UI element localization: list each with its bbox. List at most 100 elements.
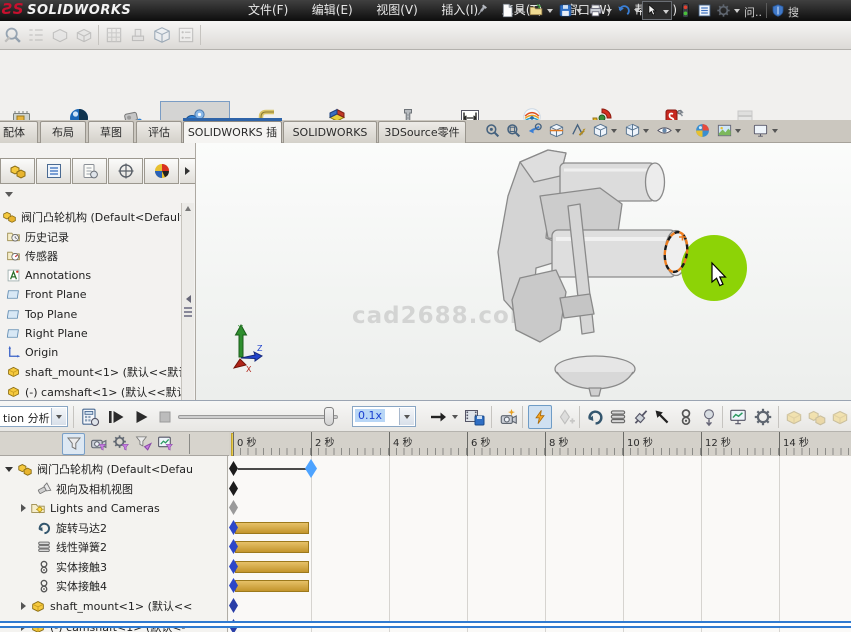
tab-assembly[interactable]: 配体: [0, 121, 38, 143]
expand-closed-icon[interactable]: [21, 602, 26, 610]
menu-edit[interactable]: 编辑(E): [302, 0, 363, 21]
graphics-viewport[interactable]: cad2688.com: [196, 143, 851, 400]
menubar-overflow-text[interactable]: 问..: [744, 4, 762, 20]
task-list-icon[interactable]: [176, 25, 196, 45]
box-icon[interactable]: [152, 25, 172, 45]
undo-icon[interactable]: [616, 3, 631, 18]
expand-closed-icon[interactable]: [21, 504, 26, 512]
print-dropdown[interactable]: [606, 9, 612, 13]
tab-evaluate[interactable]: 评估: [136, 121, 182, 143]
view-settings-icon[interactable]: [752, 122, 769, 139]
force-icon[interactable]: [652, 407, 672, 427]
motion-row-rotary-motor[interactable]: 旋转马达2: [0, 518, 226, 538]
select-wrench-icon[interactable]: [3, 25, 23, 45]
hide-show-items-icon[interactable]: [656, 122, 673, 139]
panel-scrollbar[interactable]: [181, 203, 194, 400]
motion-row-shaft-mount[interactable]: shaft_mount<1> (默认<<: [0, 596, 226, 616]
view-orientation-icon[interactable]: [592, 122, 609, 139]
new-file-dropdown[interactable]: [517, 9, 523, 13]
filter-animated-icon[interactable]: [89, 434, 108, 453]
tree-row-history[interactable]: 历史记录: [0, 227, 182, 246]
motion-row-orientation-views[interactable]: 视向及相机视图: [0, 479, 226, 499]
tree-row-top-plane[interactable]: Top Plane: [0, 305, 182, 324]
open-dropdown[interactable]: [547, 9, 553, 13]
section-view-icon[interactable]: [548, 122, 565, 139]
duration-bar-motor[interactable]: [235, 522, 309, 534]
pin-menu-icon[interactable]: [474, 3, 489, 18]
study-type-combo[interactable]: tion 分析: [0, 406, 68, 427]
tree-row-sensors[interactable]: 传感器: [0, 246, 182, 265]
open-icon[interactable]: [528, 3, 544, 18]
animation-wizard-icon[interactable]: [497, 407, 518, 427]
3d-drawing-view-icon[interactable]: [570, 122, 587, 139]
playback-mode-dropdown[interactable]: [452, 415, 458, 419]
duration-bar-contact3[interactable]: [235, 561, 309, 573]
pattern-icon[interactable]: [104, 25, 124, 45]
panel-filter-dropdown[interactable]: [5, 192, 13, 197]
calculate-icon[interactable]: [80, 407, 100, 427]
damper-icon[interactable]: [631, 407, 651, 427]
view-settings-dropdown[interactable]: [772, 129, 778, 133]
motion-row-contact-4[interactable]: 实体接触4: [0, 576, 226, 596]
duration-bar-spring[interactable]: [235, 541, 309, 553]
hide-show-dropdown[interactable]: [675, 129, 681, 133]
keyframe-navy[interactable]: [229, 598, 238, 613]
stamp-icon[interactable]: [128, 25, 148, 45]
keyframe-black[interactable]: [229, 481, 238, 496]
cad-model[interactable]: [498, 150, 687, 396]
part-b-icon[interactable]: [74, 25, 94, 45]
search-text[interactable]: 搜: [788, 4, 799, 20]
tab-configurationmanager[interactable]: [72, 158, 107, 184]
options-dropdown[interactable]: [734, 9, 740, 13]
tree-row-origin[interactable]: Origin: [0, 343, 182, 362]
print-icon[interactable]: [588, 3, 603, 18]
options-gear-icon[interactable]: [716, 3, 731, 18]
rebuild-traffic-light-icon[interactable]: [679, 2, 692, 19]
new-file-icon[interactable]: [500, 3, 515, 18]
filter-driving-icon[interactable]: [112, 434, 131, 453]
edit-appearance-icon[interactable]: [694, 122, 711, 139]
display-style-dropdown[interactable]: [643, 129, 649, 133]
zoom-fit-icon[interactable]: [484, 122, 501, 139]
tree-row-camshaft[interactable]: (-) camshaft<1> (默认<<默认>: [0, 382, 182, 400]
menu-view[interactable]: 视图(V): [366, 0, 428, 21]
tree-row-assembly-root[interactable]: 阀门凸轮机构 (Default<Default_Disp: [0, 207, 182, 226]
motion-row-lights-cameras[interactable]: Lights and Cameras: [0, 498, 226, 518]
playback-slider-track[interactable]: [178, 415, 338, 419]
previous-view-icon[interactable]: [526, 122, 543, 139]
select-tool-box[interactable]: [642, 1, 672, 20]
motion-row-linear-spring[interactable]: 线性弹簧2: [0, 537, 226, 557]
undo-dropdown[interactable]: [634, 9, 640, 13]
tab-featuremanager[interactable]: [0, 158, 35, 184]
spring-icon[interactable]: [608, 407, 628, 427]
tab-layout[interactable]: 布局: [40, 121, 86, 143]
keyframe-black[interactable]: [229, 461, 238, 476]
timeline-canvas[interactable]: [229, 456, 851, 632]
help-shield-icon[interactable]: [771, 3, 785, 18]
apply-scene-icon[interactable]: [716, 122, 733, 139]
tab-propertymanager[interactable]: [36, 158, 71, 184]
tab-dimxpertmanager[interactable]: [108, 158, 143, 184]
filter-results-icon[interactable]: [156, 434, 175, 453]
menu-file[interactable]: 文件(F): [238, 0, 298, 21]
tree-row-shaft-mount[interactable]: shaft_mount<1> (默认<<默认>_: [0, 362, 182, 381]
part-a-icon[interactable]: [50, 25, 70, 45]
tab-solidworks-addins[interactable]: SOLIDWORKS 插件: [183, 121, 282, 143]
timeline-ruler[interactable]: 0 秒 2 秒 4 秒 6 秒 8 秒 10 秒 12 秒 14 秒: [229, 432, 851, 456]
tree-row-annotations[interactable]: Annotations: [0, 266, 182, 285]
tree-row-front-plane[interactable]: Front Plane: [0, 285, 182, 304]
play-icon[interactable]: [131, 407, 151, 427]
playback-speed-combo[interactable]: 0.1x: [352, 406, 416, 427]
tab-solidworks-mbd[interactable]: SOLIDWORKS MBD: [283, 121, 377, 143]
apply-scene-dropdown[interactable]: [735, 129, 741, 133]
tab-sketch[interactable]: 草图: [88, 121, 134, 143]
panel-expand-button[interactable]: [180, 158, 196, 184]
select-dropdown[interactable]: [663, 10, 669, 14]
playback-mode-icon[interactable]: [428, 407, 448, 427]
contact-icon[interactable]: [676, 407, 696, 427]
tree-row-right-plane[interactable]: Right Plane: [0, 324, 182, 343]
zoom-area-icon[interactable]: [505, 122, 522, 139]
tab-displaymanager[interactable]: [144, 158, 179, 184]
keyframe-gray[interactable]: [229, 500, 238, 515]
motion-row-contact-3[interactable]: 实体接触3: [0, 557, 226, 577]
